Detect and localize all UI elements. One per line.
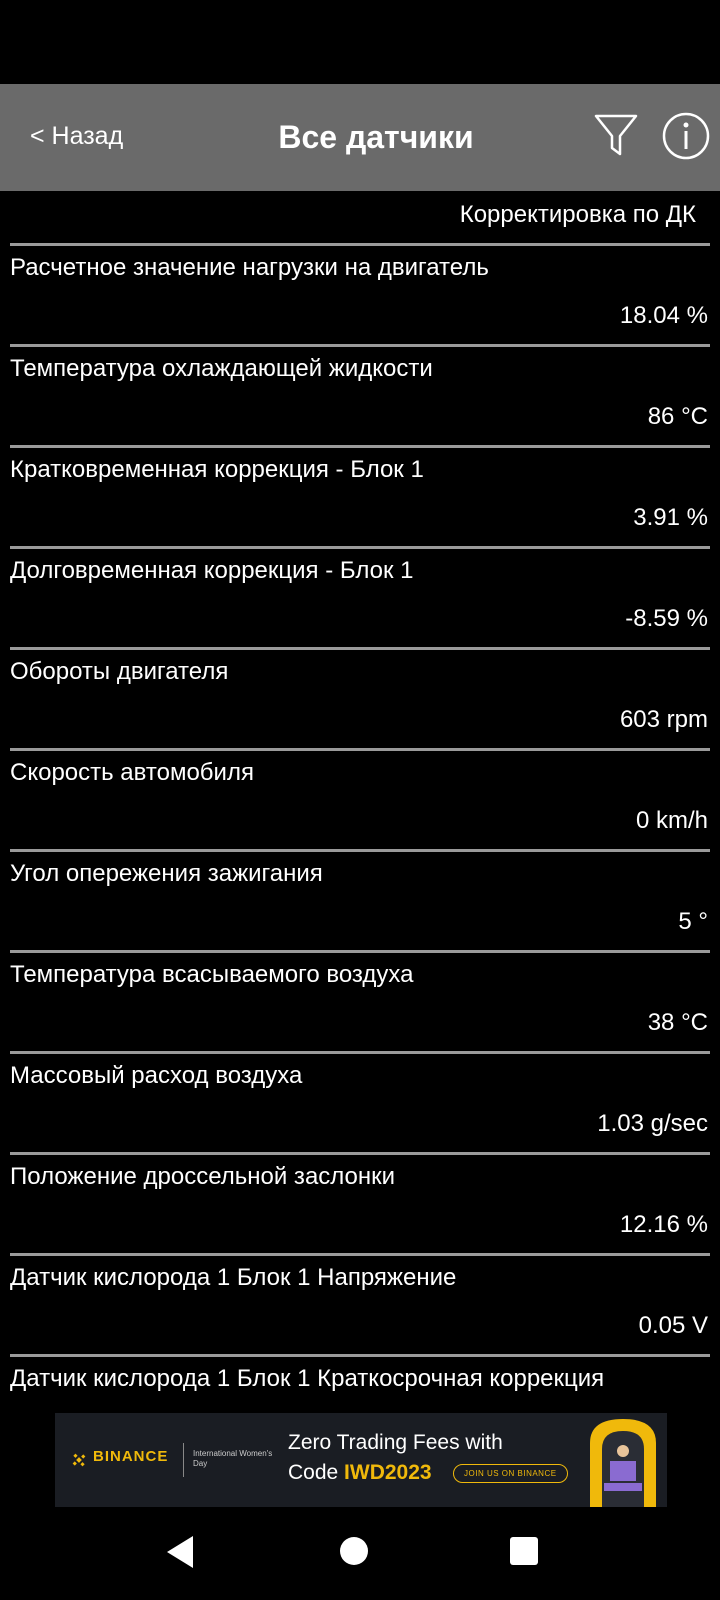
sensor-row[interactable]: Угол опережения зажигания 5 ° <box>10 852 710 953</box>
sensor-row[interactable]: Температура всасываемого воздуха 38 °C <box>10 953 710 1054</box>
sensor-name: Расчетное значение нагрузки на двигатель <box>10 254 489 281</box>
ad-brand: BINANCE <box>93 1448 169 1465</box>
sensor-value: 603 rpm <box>619 706 708 733</box>
ad-event: International Women's Day <box>193 1449 273 1468</box>
sensor-name: Массовый расход воздуха <box>10 1062 303 1089</box>
system-nav-bar <box>0 1507 720 1600</box>
sensor-row[interactable]: Температура охлаждающей жидкости 86 °C <box>10 347 710 448</box>
nav-back-icon[interactable] <box>165 1534 197 1570</box>
ad-headline: Zero Trading Fees with <box>288 1431 503 1454</box>
sensor-row[interactable]: Массовый расход воздуха 1.03 g/sec <box>10 1054 710 1155</box>
sensor-value: 3.91 % <box>633 504 708 531</box>
sensor-value: 0.05 V <box>638 1312 708 1339</box>
sensor-row[interactable]: Датчик кислорода 1 Блок 1 Краткосрочная … <box>10 1357 710 1401</box>
sensor-name: Угол опережения зажигания <box>10 860 323 887</box>
sensor-value: 38 °C <box>647 1009 708 1036</box>
sensor-name: Температура охлаждающей жидкости <box>10 355 433 382</box>
info-button[interactable] <box>660 110 712 162</box>
sensor-row[interactable]: Датчик кислорода 1 Блок 1 Напряжение 0.05… <box>10 1256 710 1357</box>
ad-code: IWD2023 <box>344 1461 432 1484</box>
sensor-row[interactable]: Кратковременная коррекция - Блок 1 3.91 % <box>10 448 710 549</box>
sensor-row[interactable]: Положение дроссельной заслонки 12.16 % <box>10 1155 710 1256</box>
sensor-row[interactable]: Расчетное значение нагрузки на двигатель… <box>10 246 710 347</box>
sensor-name: Датчик кислорода 1 Блок 1 Краткосрочная … <box>10 1365 605 1392</box>
sensor-row[interactable]: Обороты двигателя 603 rpm <box>10 650 710 751</box>
sensor-name: Датчик кислорода 1 Блок 1 Напряжение <box>10 1264 457 1291</box>
sensor-list[interactable]: Корректировка по ДК Расчетное значение н… <box>0 191 720 1401</box>
sensor-row[interactable]: Скорость автомобиля 0 km/h <box>10 751 710 852</box>
app-bar: < Назад Все датчики <box>0 84 720 191</box>
sensor-name: Обороты двигателя <box>10 658 229 685</box>
filter-icon <box>594 114 638 156</box>
sensor-value: -8.59 % <box>625 605 708 632</box>
info-icon <box>662 112 710 160</box>
sensor-value: 86 °C <box>647 403 708 430</box>
sensor-value: 1.03 g/sec <box>597 1110 708 1137</box>
sensor-row[interactable]: Долговременная коррекция - Блок 1 -8.59 % <box>10 549 710 650</box>
status-bar <box>0 0 720 84</box>
sensor-name: Скорость автомобиля <box>10 759 254 786</box>
ad-illustration <box>590 1419 656 1507</box>
section-label: Корректировка по ДК <box>10 191 710 246</box>
ad-cta-button[interactable]: JOIN US ON BINANCE <box>453 1464 568 1483</box>
nav-recent-icon[interactable] <box>509 1536 539 1566</box>
ad-headline-code: Code IWD2023 <box>288 1461 432 1485</box>
sensor-value: 0 km/h <box>635 807 708 834</box>
ad-divider <box>183 1443 184 1477</box>
sensor-name: Температура всасываемого воздуха <box>10 961 414 988</box>
sensor-value: 5 ° <box>678 908 708 935</box>
filter-button[interactable] <box>592 110 640 162</box>
sensor-name: Кратковременная коррекция - Блок 1 <box>10 456 424 483</box>
sensor-value: 18.04 % <box>619 302 708 329</box>
sensor-name: Положение дроссельной заслонки <box>10 1163 396 1190</box>
sensor-name: Долговременная коррекция - Блок 1 <box>10 557 414 584</box>
binance-logo-icon <box>72 1453 86 1467</box>
ad-banner[interactable]: BINANCE International Women's Day Zero T… <box>55 1413 667 1507</box>
nav-home-icon[interactable] <box>339 1536 369 1566</box>
sensor-value: 12.16 % <box>619 1211 708 1238</box>
ad-code-prefix: Code <box>288 1461 345 1484</box>
